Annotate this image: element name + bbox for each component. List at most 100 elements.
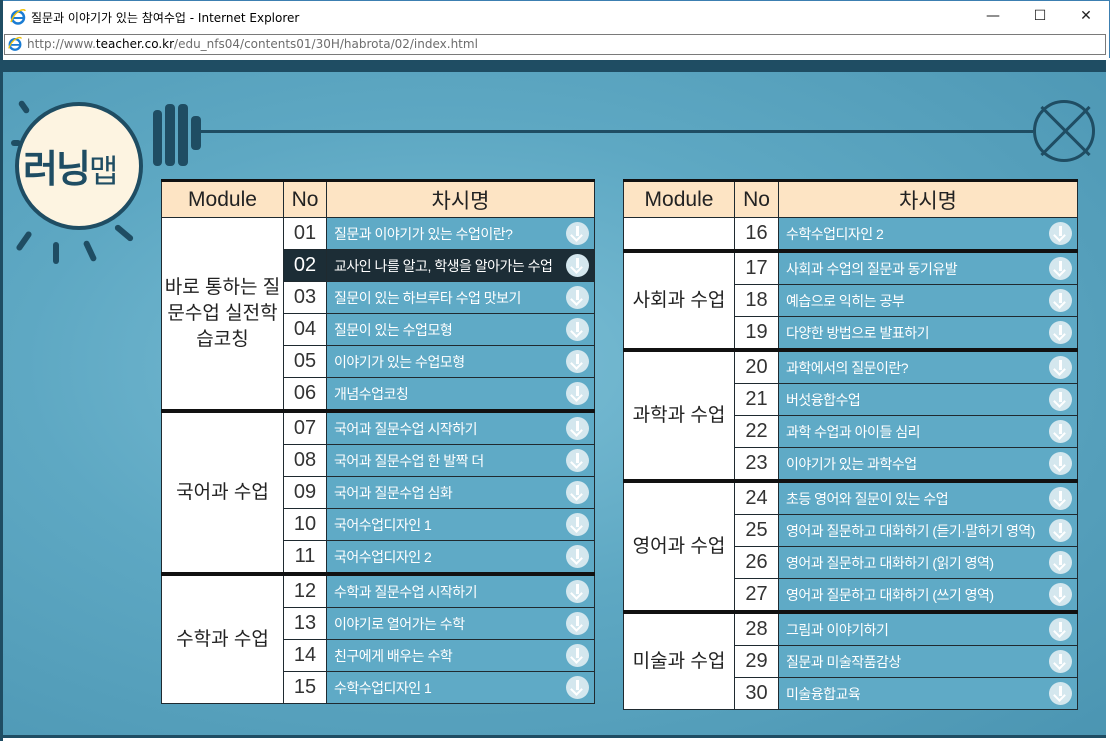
download-icon[interactable] (566, 286, 589, 309)
lesson-number: 21 (734, 383, 779, 416)
lesson-title: 질문이 있는 하브루타 수업 맛보기 (334, 289, 521, 306)
close-button[interactable]: ✕ (1063, 1, 1109, 31)
lesson-row[interactable]: 국어과 수업 07 국어과 질문수업 시작하기 (161, 409, 595, 575)
lesson-title-cell[interactable]: 다양한 방법으로 발표하기 (778, 316, 1078, 351)
lesson-title-cell[interactable]: 국어과 질문수업 시작하기 (326, 409, 595, 445)
download-icon[interactable] (566, 612, 589, 635)
lesson-row[interactable]: 수학과 수업 12 수학과 질문수업 시작하기 (161, 572, 595, 704)
lesson-title-cell[interactable]: 국어수업디자인 2 (326, 540, 595, 575)
lesson-number: 26 (734, 546, 779, 579)
lesson-title-cell[interactable]: 질문이 있는 수업모형 (326, 313, 595, 346)
download-icon[interactable] (566, 545, 589, 568)
address-field[interactable]: http://www.teacher.co.kr/edu_nfs04/conte… (4, 34, 1106, 55)
lesson-title-cell[interactable]: 과학 수업과 아이들 심리 (778, 415, 1078, 448)
lesson-title-cell[interactable]: 친구에게 배우는 수학 (326, 639, 595, 672)
lesson-title: 국어과 질문수업 시작하기 (334, 420, 477, 437)
download-icon[interactable] (566, 382, 589, 405)
title-header: 차시명 (326, 179, 595, 218)
module-header: Module (623, 179, 735, 218)
lesson-title-cell[interactable]: 그림과 이야기하기 (778, 610, 1078, 646)
lesson-title-cell[interactable]: 사회과 수업의 질문과 동기유발 (778, 249, 1078, 285)
lesson-title-cell[interactable]: 국어수업디자인 1 (326, 508, 595, 541)
lesson-number: 16 (734, 217, 779, 252)
lesson-row[interactable]: 바로 통하는 질문수업 실전학습코칭 01 질문과 이야기가 있는 수업이란? (161, 217, 595, 412)
lesson-title-cell[interactable]: 질문과 이야기가 있는 수업이란? (326, 217, 595, 250)
lesson-title-cell[interactable]: 예습으로 익히는 공부 (778, 284, 1078, 317)
lesson-title-cell[interactable]: 초등 영어와 질문이 있는 수업 (778, 479, 1078, 515)
lesson-number: 27 (734, 578, 779, 613)
download-icon[interactable] (566, 254, 589, 277)
download-icon[interactable] (566, 449, 589, 472)
decorative-wire (201, 130, 1033, 133)
lesson-title: 국어과 질문수업 심화 (334, 484, 453, 501)
lesson-title-cell[interactable]: 영어과 질문하고 대화하기 (읽기 영역) (778, 546, 1078, 579)
maximize-button[interactable]: ☐ (1017, 1, 1063, 31)
download-icon[interactable] (1049, 618, 1072, 641)
download-icon[interactable] (1049, 420, 1072, 443)
download-icon[interactable] (566, 676, 589, 699)
download-icon[interactable] (1049, 321, 1072, 344)
curriculum-table-right: Module No 차시명 16 수학수업디자인 2 사회과 수업 17 사회과 수업의… (623, 179, 1078, 710)
download-icon[interactable] (1049, 257, 1072, 280)
lesson-title-cell[interactable]: 수학수업디자인 2 (778, 217, 1078, 252)
lesson-row[interactable]: 영어과 수업 24 초등 영어와 질문이 있는 수업 (623, 479, 1078, 613)
lesson-title-cell[interactable]: 이야기가 있는 과학수업 (778, 447, 1078, 482)
download-icon[interactable] (566, 318, 589, 341)
lesson-title-cell[interactable]: 개념수업코칭 (326, 377, 595, 412)
learning-map-page: 러닝맵 Module No 차시명 바로 통하는 질문수업 실전학습코칭 01 질문… (3, 60, 1106, 738)
download-icon[interactable] (1049, 222, 1072, 245)
lesson-number: 18 (734, 284, 779, 317)
module-name: 사회과 수업 (623, 249, 735, 351)
download-icon[interactable] (1049, 551, 1072, 574)
lesson-title-cell[interactable]: 질문이 있는 하브루타 수업 맛보기 (326, 281, 595, 314)
lesson-title-cell[interactable]: 버섯융합수업 (778, 383, 1078, 416)
download-icon[interactable] (566, 350, 589, 373)
download-icon[interactable] (1049, 289, 1072, 312)
download-icon[interactable] (566, 644, 589, 667)
lesson-title-cell[interactable]: 미술융합교육 (778, 677, 1078, 710)
lesson-row[interactable]: 과학과 수업 20 과학에서의 질문이란? (623, 348, 1078, 482)
lesson-title-cell[interactable]: 영어과 질문하고 대화하기 (쓰기 영역) (778, 578, 1078, 613)
close-map-icon[interactable] (1033, 100, 1095, 162)
lesson-number: 24 (734, 479, 779, 515)
lesson-number: 30 (734, 677, 779, 710)
lesson-row[interactable]: 사회과 수업 17 사회과 수업의 질문과 동기유발 (623, 249, 1078, 351)
sun-ray (53, 242, 59, 264)
download-icon[interactable] (566, 580, 589, 603)
lesson-title-cell[interactable]: 국어과 질문수업 한 발짝 더 (326, 444, 595, 477)
lesson-title-cell[interactable]: 수학과 질문수업 시작하기 (326, 572, 595, 608)
download-icon[interactable] (566, 222, 589, 245)
download-icon[interactable] (1049, 487, 1072, 510)
minimize-button[interactable]: — (970, 1, 1016, 31)
lesson-title: 미술융합교육 (786, 685, 861, 702)
lesson-title: 예습으로 익히는 공부 (786, 292, 905, 309)
download-icon[interactable] (1049, 682, 1072, 705)
lesson-title-cell[interactable]: 과학에서의 질문이란? (778, 348, 1078, 384)
download-icon[interactable] (566, 481, 589, 504)
module-name: 미술과 수업 (623, 610, 735, 710)
lesson-title-cell[interactable]: 수학수업디자인 1 (326, 671, 595, 704)
download-icon[interactable] (1049, 583, 1072, 606)
download-icon[interactable] (1049, 650, 1072, 673)
lesson-title-cell[interactable]: 영어과 질문하고 대화하기 (듣기·말하기 영역) (778, 514, 1078, 547)
lesson-title-cell[interactable]: 이야기로 열어가는 수학 (326, 607, 595, 640)
window-titlebar: 질문과 이야기가 있는 참여수업 - Internet Explorer — ☐… (0, 0, 1110, 32)
lesson-number: 23 (734, 447, 779, 482)
lesson-title-cell[interactable]: 이야기가 있는 수업모형 (326, 345, 595, 378)
lesson-title-cell[interactable]: 교사인 나를 알고, 학생을 알아가는 수업 (326, 249, 595, 282)
lesson-row[interactable]: 16 수학수업디자인 2 (623, 217, 1078, 252)
download-icon[interactable] (1049, 519, 1072, 542)
download-icon[interactable] (566, 417, 589, 440)
lesson-number: 22 (734, 415, 779, 448)
download-icon[interactable] (1049, 452, 1072, 475)
lesson-title-cell[interactable]: 질문과 미술작품감상 (778, 645, 1078, 678)
download-icon[interactable] (1049, 356, 1072, 379)
lesson-title-cell[interactable]: 국어과 질문수업 심화 (326, 476, 595, 509)
module-name: 국어과 수업 (161, 409, 284, 575)
sun-ray (113, 223, 135, 243)
curriculum-table-left: Module No 차시명 바로 통하는 질문수업 실전학습코칭 01 질문과 이야… (161, 179, 595, 704)
download-icon[interactable] (1049, 388, 1072, 411)
lesson-row[interactable]: 미술과 수업 28 그림과 이야기하기 (623, 610, 1078, 710)
lesson-number: 03 (283, 281, 327, 314)
download-icon[interactable] (566, 513, 589, 536)
